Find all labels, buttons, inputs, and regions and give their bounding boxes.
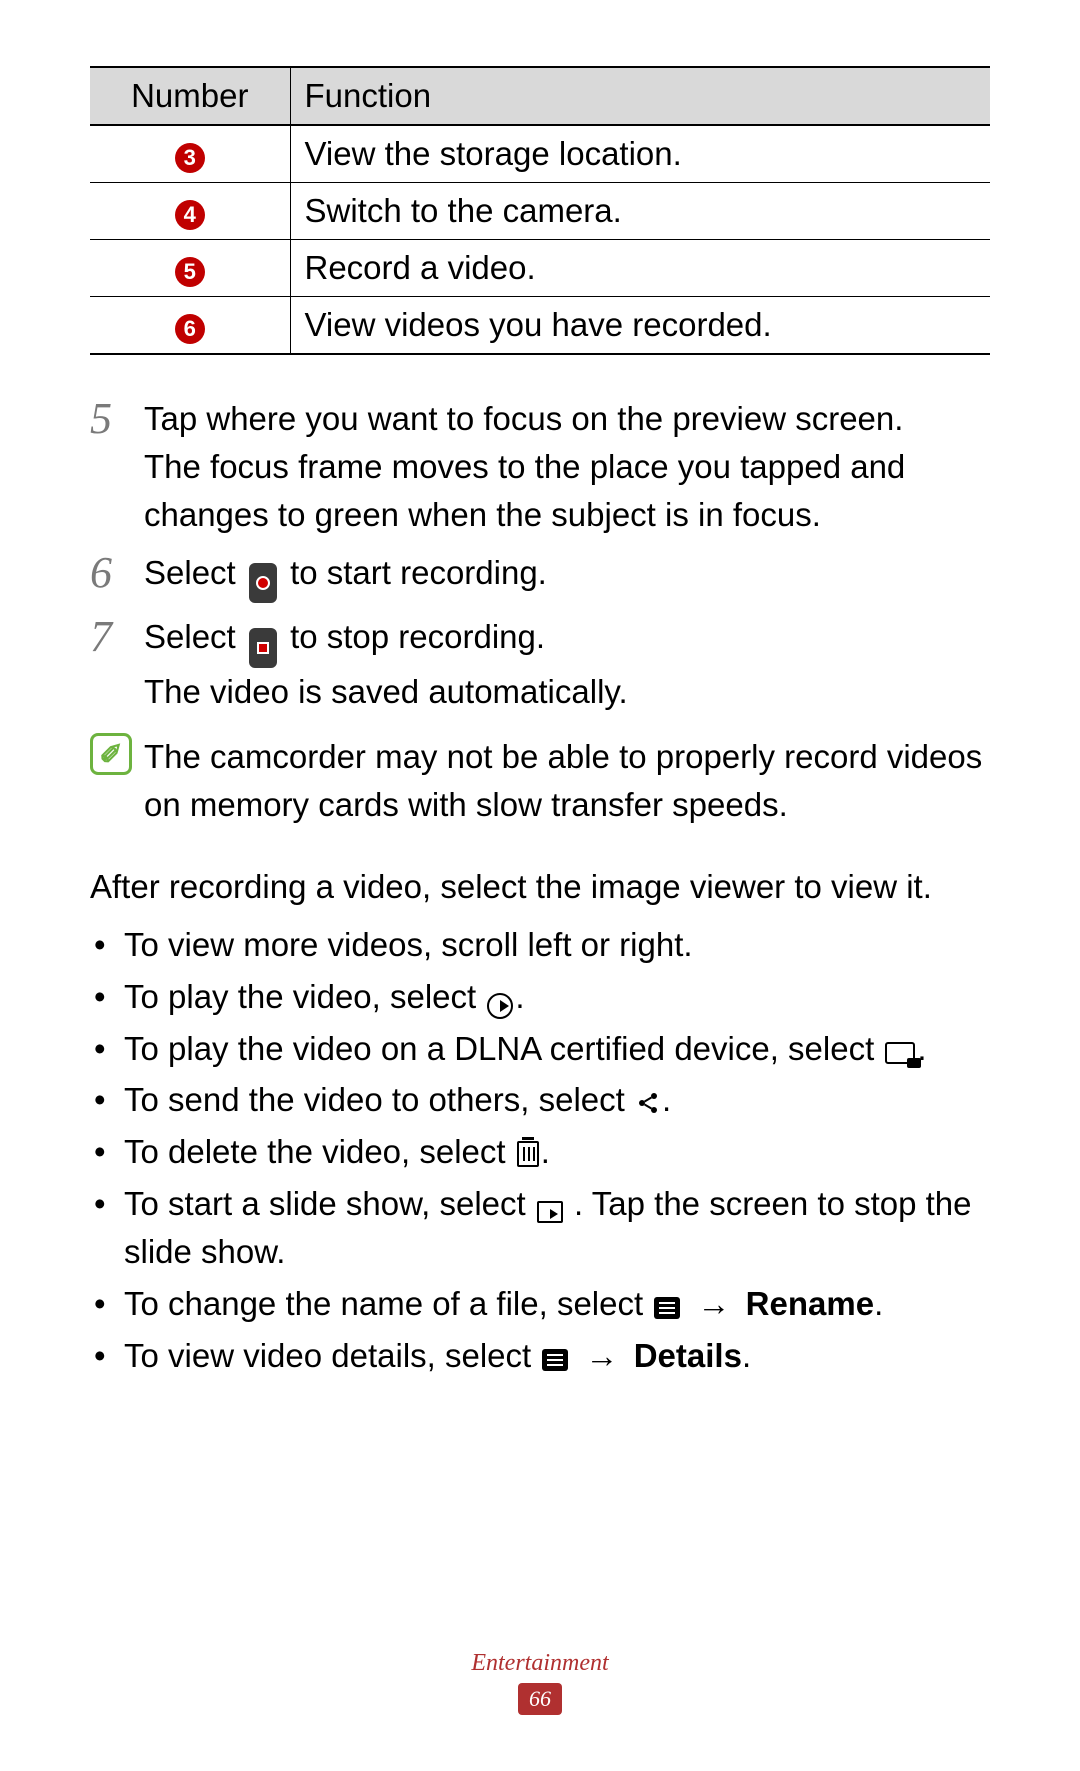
row-number-badge: 6 xyxy=(175,314,205,344)
step-5: 5 Tap where you want to focus on the pre… xyxy=(90,395,990,539)
table-header-function: Function xyxy=(290,67,990,125)
step-text-pre: Select xyxy=(144,618,245,655)
note-text: The camcorder may not be able to properl… xyxy=(144,733,990,829)
list-period: . xyxy=(662,1081,671,1118)
note-block: ✐ The camcorder may not be able to prope… xyxy=(90,733,990,829)
arrow-icon: → xyxy=(586,1337,619,1374)
list-text-pre: To play the video, select xyxy=(124,978,485,1015)
step-text: The focus frame moves to the place you t… xyxy=(144,443,990,539)
manual-page: Number Function 3 View the storage locat… xyxy=(0,0,1080,1771)
after-recording-paragraph: After recording a video, select the imag… xyxy=(90,863,990,911)
step-text-pre: Select xyxy=(144,554,245,591)
function-table: Number Function 3 View the storage locat… xyxy=(90,66,990,355)
menu-icon xyxy=(654,1297,680,1319)
list-item: To play the video, select . xyxy=(90,973,990,1021)
list-item: To view video details, select → Details. xyxy=(90,1332,990,1380)
table-row: 5 Record a video. xyxy=(90,240,990,297)
page-footer: Entertainment 66 xyxy=(0,1650,1080,1715)
menu-action: Details xyxy=(634,1337,742,1374)
play-icon xyxy=(487,993,513,1019)
slideshow-icon xyxy=(537,1201,563,1223)
row-number-badge: 5 xyxy=(175,257,205,287)
row-function: View the storage location. xyxy=(290,125,990,183)
list-text-pre: To send the video to others, select xyxy=(124,1081,634,1118)
list-period: . xyxy=(515,978,524,1015)
list-text-pre: To play the video on a DLNA certified de… xyxy=(124,1030,883,1067)
record-icon xyxy=(249,563,277,603)
list-item: To view more videos, scroll left or righ… xyxy=(90,921,990,969)
step-text-post: to stop recording. xyxy=(290,618,545,655)
step-text-post: to start recording. xyxy=(290,554,547,591)
step-number: 7 xyxy=(90,613,144,716)
table-row: 4 Switch to the camera. xyxy=(90,183,990,240)
row-function: View videos you have recorded. xyxy=(290,297,990,355)
tips-list: To view more videos, scroll left or righ… xyxy=(90,921,990,1380)
list-text-pre: To start a slide show, select xyxy=(124,1185,535,1222)
note-icon: ✐ xyxy=(90,733,132,775)
list-item: To play the video on a DLNA certified de… xyxy=(90,1025,990,1073)
list-item: To send the video to others, select . xyxy=(90,1076,990,1124)
stop-icon xyxy=(249,628,277,668)
step-7: 7 Select to stop recording. The video is… xyxy=(90,613,990,716)
steps-list: 5 Tap where you want to focus on the pre… xyxy=(90,395,990,715)
list-period: . xyxy=(874,1285,883,1322)
menu-action: Rename xyxy=(746,1285,874,1322)
arrow-icon: → xyxy=(698,1285,731,1322)
step-text: Select to stop recording. xyxy=(144,613,628,668)
footer-section: Entertainment xyxy=(0,1650,1080,1677)
list-item: To start a slide show, select . Tap the … xyxy=(90,1180,990,1276)
table-header-number: Number xyxy=(90,67,290,125)
list-text-pre: To view video details, select xyxy=(124,1337,540,1374)
row-function: Switch to the camera. xyxy=(290,183,990,240)
step-number: 6 xyxy=(90,549,144,603)
step-text: The video is saved automatically. xyxy=(144,668,628,716)
list-item: To change the name of a file, select → R… xyxy=(90,1280,990,1328)
dlna-icon xyxy=(885,1042,915,1064)
row-number-badge: 4 xyxy=(175,200,205,230)
row-number-badge: 3 xyxy=(175,143,205,173)
step-text: Tap where you want to focus on the previ… xyxy=(144,395,990,443)
list-text-pre: To change the name of a file, select xyxy=(124,1285,652,1322)
table-row: 3 View the storage location. xyxy=(90,125,990,183)
page-number-badge: 66 xyxy=(518,1683,562,1715)
list-text-pre: To delete the video, select xyxy=(124,1133,515,1170)
menu-icon xyxy=(542,1349,568,1371)
step-6: 6 Select to start recording. xyxy=(90,549,990,603)
trash-icon xyxy=(517,1141,539,1167)
row-function: Record a video. xyxy=(290,240,990,297)
list-period: . xyxy=(742,1337,751,1374)
share-icon xyxy=(636,1091,660,1115)
list-item: To delete the video, select . xyxy=(90,1128,990,1176)
list-period: . xyxy=(541,1133,550,1170)
step-text: Select to start recording. xyxy=(144,549,547,603)
step-number: 5 xyxy=(90,395,144,539)
table-row: 6 View videos you have recorded. xyxy=(90,297,990,355)
